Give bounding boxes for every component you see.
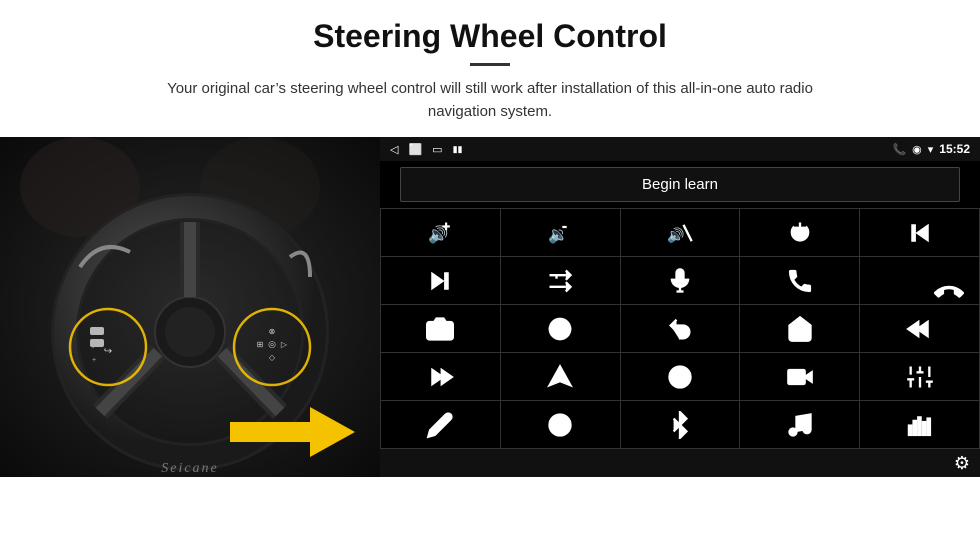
eq-button[interactable] bbox=[621, 353, 740, 400]
vol-down-button[interactable]: 🔉- bbox=[501, 209, 620, 256]
shuffle-button[interactable] bbox=[501, 257, 620, 304]
bottom-bar: ⚙ bbox=[380, 449, 980, 477]
camera-button[interactable] bbox=[381, 305, 500, 352]
recents-nav-icon[interactable]: ▭ bbox=[432, 143, 442, 156]
svg-text:🔊: 🔊 bbox=[667, 226, 684, 244]
pen-button[interactable] bbox=[381, 401, 500, 448]
begin-learn-row: Begin learn bbox=[380, 161, 980, 208]
steering-wheel-image: ↪ + - ⊗ ◎ ◇ ⊞ ▷ Seicane bbox=[0, 137, 380, 477]
page-title: Steering Wheel Control bbox=[313, 18, 667, 55]
svg-text:+: + bbox=[443, 219, 451, 234]
svg-text:↪: ↪ bbox=[104, 346, 112, 357]
svg-text:◎: ◎ bbox=[268, 339, 276, 349]
skip-back-button[interactable] bbox=[860, 305, 979, 352]
status-bar: ◁ ⬜ ▭ ▮▮ 📞 ◉ ▾ 15:52 bbox=[380, 137, 980, 161]
svg-text:360°: 360° bbox=[556, 327, 568, 333]
status-right: 📞 ◉ ▾ 15:52 bbox=[892, 142, 970, 156]
location-icon: ◉ bbox=[912, 143, 922, 156]
steering-panel: ↪ + - ⊗ ◎ ◇ ⊞ ▷ Seicane bbox=[0, 137, 380, 477]
settings-gear-icon[interactable]: ⚙ bbox=[954, 453, 970, 474]
title-divider bbox=[470, 63, 510, 66]
music-button[interactable] bbox=[740, 401, 859, 448]
mute-button[interactable]: 🔊 bbox=[621, 209, 740, 256]
hang-up-button[interactable] bbox=[860, 257, 979, 304]
spectrum-button[interactable] bbox=[860, 401, 979, 448]
mic-button[interactable] bbox=[621, 257, 740, 304]
svg-text:⊗: ⊗ bbox=[269, 327, 276, 336]
page-container: Steering Wheel Control Your original car… bbox=[0, 0, 980, 544]
status-left: ◁ ⬜ ▭ ▮▮ bbox=[390, 143, 462, 156]
home-nav-icon[interactable]: ⬜ bbox=[408, 143, 422, 156]
nav-button[interactable] bbox=[501, 353, 620, 400]
svg-text:-: - bbox=[563, 219, 567, 234]
media-button[interactable] bbox=[740, 353, 859, 400]
content-row: ↪ + - ⊗ ◎ ◇ ⊞ ▷ Seicane bbox=[0, 137, 980, 477]
page-subtitle: Your original car’s steering wheel contr… bbox=[140, 78, 840, 123]
power-button[interactable] bbox=[740, 209, 859, 256]
back-button[interactable] bbox=[621, 305, 740, 352]
back-nav-icon[interactable]: ◁ bbox=[390, 143, 398, 156]
svg-text:◇: ◇ bbox=[269, 353, 276, 362]
radio-button[interactable] bbox=[501, 401, 620, 448]
begin-learn-button[interactable]: Begin learn bbox=[400, 167, 960, 202]
bluetooth-button[interactable] bbox=[621, 401, 740, 448]
svg-text:▷: ▷ bbox=[281, 340, 288, 349]
mixer-button[interactable] bbox=[860, 353, 979, 400]
svg-text:+: + bbox=[92, 357, 96, 364]
fast-forward-button[interactable] bbox=[381, 353, 500, 400]
wifi-icon: ▾ bbox=[928, 143, 934, 156]
vol-up-button[interactable]: 🔊+ bbox=[381, 209, 500, 256]
prev-track-button[interactable] bbox=[860, 209, 979, 256]
time-display: 15:52 bbox=[939, 142, 970, 156]
next-track-button[interactable] bbox=[381, 257, 500, 304]
svg-text:Seicane: Seicane bbox=[161, 461, 219, 476]
phone-button[interactable] bbox=[740, 257, 859, 304]
view-360-button[interactable]: 360° bbox=[501, 305, 620, 352]
phone-status-icon: 📞 bbox=[892, 143, 906, 156]
svg-text:⊞: ⊞ bbox=[257, 340, 264, 349]
signal-icon: ▮▮ bbox=[453, 144, 463, 155]
home-button[interactable] bbox=[740, 305, 859, 352]
control-panel: ◁ ⬜ ▭ ▮▮ 📞 ◉ ▾ 15:52 Begin learn bbox=[380, 137, 980, 477]
icon-grid: 🔊+ 🔉- 🔊 bbox=[380, 208, 980, 449]
